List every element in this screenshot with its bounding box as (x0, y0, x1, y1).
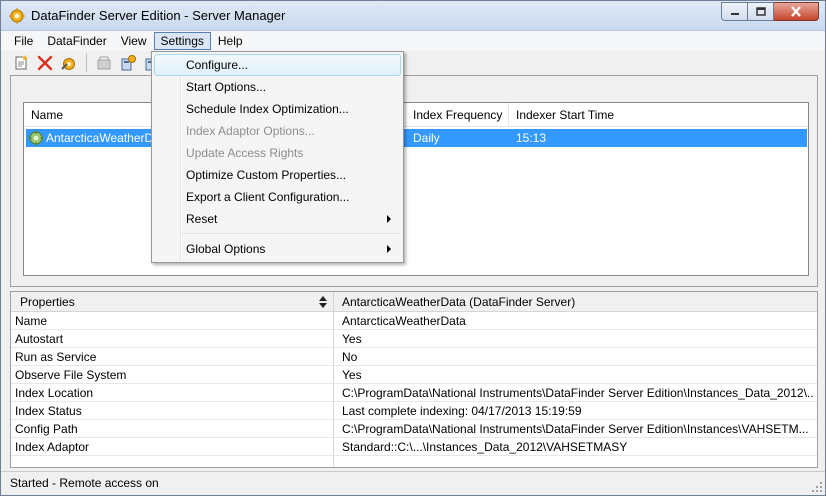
properties-header: Properties AntarcticaWeatherData (DataFi… (11, 292, 817, 312)
menu-help[interactable]: Help (211, 32, 250, 50)
status-bar: Started - Remote access on (1, 471, 825, 495)
close-icon (791, 6, 801, 17)
property-value: No (342, 350, 358, 364)
server-list-header: Name Index Frequency Indexer Start Time (24, 103, 808, 127)
new-server-button[interactable] (11, 53, 31, 73)
property-row[interactable]: Index Adaptor Standard::C:\...\Instances… (11, 438, 817, 456)
property-value: AntarcticaWeatherData (342, 314, 466, 328)
disabled-server-icon (97, 56, 111, 70)
menu-item-global-options-label: Global Options (186, 242, 266, 256)
column-header-index-frequency[interactable]: Index Frequency (406, 103, 509, 127)
indexer-start-time-cell: 15:13 (516, 131, 547, 145)
settings-dropdown-menu: Configure... Start Options... Schedule I… (151, 51, 404, 263)
menu-view[interactable]: View (114, 32, 154, 50)
disabled-server-button[interactable] (94, 53, 114, 73)
submenu-arrow-icon (387, 245, 391, 253)
property-row[interactable]: Run as Service No (11, 348, 817, 366)
maximize-icon (755, 7, 766, 16)
property-name: Observe File System (15, 368, 127, 382)
new-server-icon (15, 55, 28, 70)
menu-item-reset-label: Reset (186, 212, 218, 226)
delete-icon (37, 55, 53, 71)
property-value: C:\ProgramData\National Instruments\Data… (342, 386, 814, 400)
menu-item-export-client-configuration[interactable]: Export a Client Configuration... (154, 186, 401, 208)
property-row[interactable]: Config Path C:\ProgramData\National Inst… (11, 420, 817, 438)
window-title: DataFinder Server Edition - Server Manag… (31, 8, 286, 23)
column-header-indexer-start-time[interactable]: Indexer Start Time (509, 103, 649, 127)
menu-item-update-access-rights: Update Access Rights (186, 146, 304, 160)
maximize-button[interactable] (748, 2, 774, 21)
menu-item-schedule-index-optimization[interactable]: Schedule Index Optimization... (154, 98, 401, 120)
status-text: Started - Remote access on (10, 476, 159, 490)
minimize-button[interactable] (721, 2, 748, 21)
minimize-icon (730, 12, 739, 15)
menu-item-optimize-custom-properties[interactable]: Optimize Custom Properties... (154, 164, 401, 186)
sort-toggle-icon[interactable] (319, 296, 327, 308)
window-controls (721, 2, 819, 21)
property-row[interactable]: Name AntarcticaWeatherData (11, 312, 817, 330)
server-gear-icon (28, 130, 44, 146)
property-value: Last complete indexing: 04/17/2013 15:19… (342, 404, 582, 418)
menu-item-start-options[interactable]: Start Options... (154, 76, 401, 98)
property-value: C:\ProgramData\National Instruments\Data… (342, 422, 809, 436)
menu-datafinder[interactable]: DataFinder (40, 32, 113, 50)
server-row[interactable]: AntarcticaWeatherD Daily 15:13 (26, 129, 807, 147)
configure-icon (61, 58, 75, 70)
server-list[interactable]: Name Index Frequency Indexer Start Time … (23, 102, 809, 276)
datafinder-app-icon (9, 8, 25, 24)
properties-header-label: Properties (20, 295, 75, 309)
property-name: Run as Service (15, 350, 97, 364)
close-button[interactable] (774, 2, 819, 21)
property-name: Index Adaptor (15, 440, 90, 454)
app-window: DataFinder Server Edition - Server Manag… (0, 0, 826, 496)
property-row[interactable]: Autostart Yes (11, 330, 817, 348)
menu-item-configure[interactable]: Configure... (154, 54, 401, 76)
menu-item-global-options[interactable]: Global Options (154, 238, 401, 260)
start-server-icon (121, 55, 136, 71)
configure-button[interactable] (59, 53, 79, 73)
property-name: Autostart (15, 332, 64, 346)
property-name: Config Path (15, 422, 78, 436)
delete-button[interactable] (35, 53, 55, 73)
title-bar[interactable]: DataFinder Server Edition - Server Manag… (1, 1, 825, 31)
property-name: Name (15, 314, 48, 328)
start-server-button[interactable] (118, 53, 138, 73)
resize-grip-icon[interactable] (811, 481, 823, 493)
property-name: Index Status (15, 404, 82, 418)
property-value: Standard::C:\...\Instances_Data_2012\VAH… (342, 440, 628, 454)
properties-header-object: AntarcticaWeatherData (DataFinder Server… (342, 295, 576, 309)
property-row[interactable]: Index Location C:\ProgramData\National I… (11, 384, 817, 402)
property-name: Index Location (15, 386, 94, 400)
toolbar-separator (86, 54, 87, 72)
menu-settings[interactable]: Settings (153, 32, 211, 50)
menu-file[interactable]: File (7, 32, 40, 50)
menu-item-index-adaptor-options: Index Adaptor Options... (186, 124, 315, 138)
menu-separator (182, 233, 400, 234)
server-panel: Name Index Frequency Indexer Start Time … (10, 75, 818, 287)
menu-item-reset[interactable]: Reset (154, 208, 401, 230)
toolbar (1, 51, 825, 75)
index-frequency-cell: Daily (413, 131, 440, 145)
property-value: Yes (342, 368, 362, 382)
server-name-cell: AntarcticaWeatherD (46, 131, 154, 145)
property-row[interactable]: Index Status Last complete indexing: 04/… (11, 402, 817, 420)
property-row[interactable]: Observe File System Yes (11, 366, 817, 384)
menu-bar: File DataFinder View Settings Help (1, 31, 825, 51)
property-value: Yes (342, 332, 362, 346)
submenu-arrow-icon (387, 215, 391, 223)
properties-grid[interactable]: Properties AntarcticaWeatherData (DataFi… (10, 291, 818, 468)
